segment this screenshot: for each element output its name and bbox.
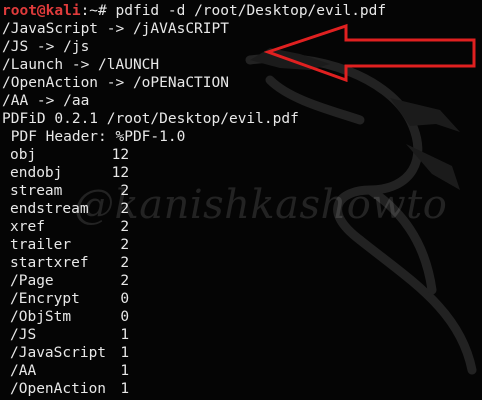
row-value: 12 — [111, 147, 130, 163]
prompt-user-host: root@kali — [2, 3, 81, 19]
disarm-line: /JavaScript -> /jAVAsCRIPT — [2, 21, 229, 37]
row-key: /JavaScript — [10, 345, 107, 361]
result-row: /JavaScript 1 — [2, 344, 386, 362]
row-value: 0 — [120, 291, 130, 307]
row-key: stream — [10, 183, 63, 199]
row-value: 1 — [120, 327, 130, 343]
row-value: 2 — [120, 255, 130, 271]
result-row: xref 2 — [2, 218, 386, 236]
result-row: /ObjStm 0 — [2, 308, 386, 326]
row-key: /Encrypt — [10, 291, 80, 307]
pdf-header-line: PDF Header: %PDF-1.0 — [2, 129, 186, 145]
disarm-line: /OpenAction -> /oPENaCTION — [2, 75, 229, 91]
result-row: endstream 2 — [2, 200, 386, 218]
disarm-line: /AA -> /aa — [2, 93, 90, 109]
result-row: /AA 1 — [2, 362, 386, 380]
result-row: stream 2 — [2, 182, 386, 200]
row-value: 2 — [120, 237, 130, 253]
result-row: obj 12 — [2, 146, 386, 164]
row-key: /Page — [10, 273, 54, 289]
terminal-window[interactable]: @kanishkashowto root@kali:~# pdfid -d /r… — [0, 0, 482, 400]
row-value: 2 — [120, 183, 130, 199]
row-key: startxref — [10, 255, 89, 271]
row-key: obj — [10, 147, 37, 163]
command-text: pdfid -d /root/Desktop/evil.pdf — [115, 3, 387, 19]
row-key: /ObjStm — [10, 309, 72, 325]
row-key: /JS — [10, 327, 37, 343]
result-row: /OpenAction 1 — [2, 380, 386, 398]
row-key: trailer — [10, 237, 72, 253]
row-key: /OpenAction — [10, 381, 107, 397]
row-value: 0 — [120, 309, 130, 325]
result-row: trailer 2 — [2, 236, 386, 254]
result-row: startxref 2 — [2, 254, 386, 272]
row-value: 2 — [120, 273, 130, 289]
row-value: 1 — [120, 363, 130, 379]
result-row: /JS 1 — [2, 326, 386, 344]
result-row: /Page 2 — [2, 272, 386, 290]
row-value: 2 — [120, 219, 130, 235]
row-value: 12 — [111, 165, 130, 181]
row-value: 2 — [120, 201, 130, 217]
result-row: /Encrypt 0 — [2, 290, 386, 308]
row-key: endstream — [10, 201, 89, 217]
terminal-output: root@kali:~# pdfid -d /root/Desktop/evil… — [2, 2, 386, 398]
row-value: 1 — [120, 345, 130, 361]
row-key: endobj — [10, 165, 63, 181]
disarm-line: /JS -> /js — [2, 39, 90, 55]
row-key: /AA — [10, 363, 37, 379]
command-line: root@kali:~# pdfid -d /root/Desktop/evil… — [2, 2, 386, 20]
result-row: endobj 12 — [2, 164, 386, 182]
disarm-line: /Launch -> /lAUNCH — [2, 57, 160, 73]
row-value: 1 — [120, 381, 130, 397]
prompt-symbol: :~# — [80, 3, 116, 19]
row-key: xref — [10, 219, 45, 235]
pdfid-version-line: PDFiD 0.2.1 /root/Desktop/evil.pdf — [2, 111, 299, 127]
